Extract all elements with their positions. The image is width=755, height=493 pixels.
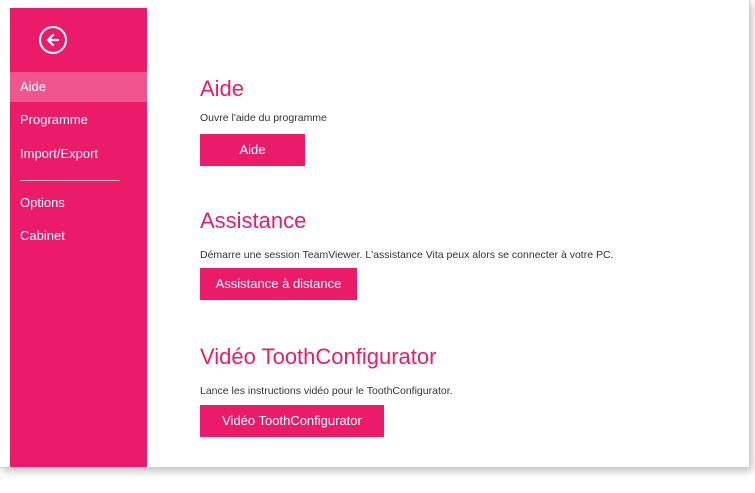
- back-button[interactable]: [39, 26, 67, 54]
- section-description-assistance: Démarre une session TeamViewer. L'assist…: [200, 249, 614, 261]
- section-description-aide: Ouvre l'aide du programme: [200, 112, 327, 124]
- remote-assistance-button[interactable]: Assistance à distance: [200, 268, 357, 300]
- app-window: Aide Programme Import/Export Options Cab…: [0, 0, 750, 468]
- section-description-video: Lance les instructions vidéo pour le Too…: [200, 385, 453, 397]
- sidebar-divider: [20, 180, 120, 181]
- arrow-left-icon: [46, 33, 60, 47]
- section-title-aide: Aide: [200, 76, 245, 101]
- aide-button[interactable]: Aide: [200, 134, 305, 166]
- sidebar-item-aide[interactable]: Aide: [10, 72, 147, 102]
- sidebar-item-import-export[interactable]: Import/Export: [10, 139, 147, 169]
- sidebar: Aide Programme Import/Export Options Cab…: [10, 8, 147, 467]
- main-content: Aide Ouvre l'aide du programme Aide Assi…: [147, 8, 749, 467]
- video-toothconfigurator-button[interactable]: Vidéo ToothConfigurator: [200, 405, 384, 437]
- sidebar-item-programme[interactable]: Programme: [10, 105, 147, 135]
- section-title-assistance: Assistance: [200, 208, 307, 233]
- sidebar-item-cabinet[interactable]: Cabinet: [10, 221, 147, 251]
- section-title-video: Vidéo ToothConfigurator: [200, 344, 437, 369]
- sidebar-item-options[interactable]: Options: [10, 188, 147, 218]
